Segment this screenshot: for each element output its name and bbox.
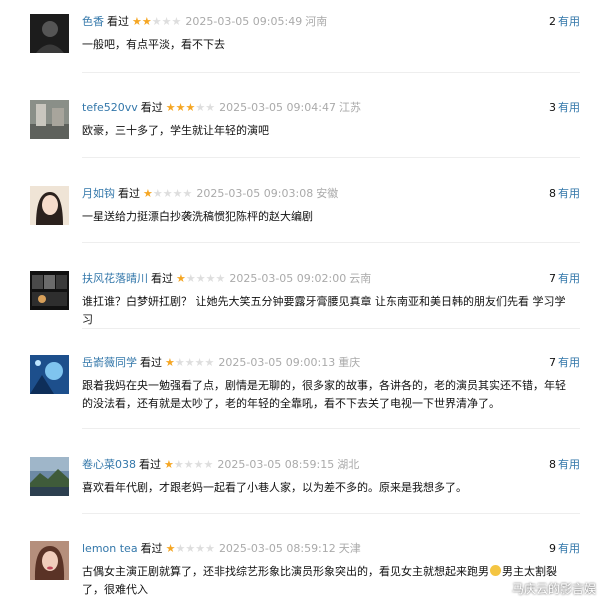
comment-meta: 色香 看过 ★★★★★ 2025-03-05 09:05:49 河南 (82, 15, 327, 29)
useful-button[interactable]: 有用 (558, 101, 580, 114)
votes-useful: 7 有用 (549, 356, 580, 370)
useful-button[interactable]: 有用 (558, 187, 580, 200)
author-link[interactable]: tefe520vv (82, 101, 138, 114)
comment-text-part: 古偶女主演正剧就算了，还非找综艺形象比演员形象突出的，看见女主就想起来跑男 (82, 565, 489, 578)
author-link[interactable]: 色香 (82, 15, 104, 28)
useful-button[interactable]: 有用 (558, 356, 580, 369)
rating-stars: ★★★★★ (132, 15, 182, 28)
comment-time: 2025-03-05 09:04:47 (219, 101, 336, 114)
rating-stars: ★★★★★ (165, 542, 215, 555)
comment-meta: 扶风花落晴川 看过 ★★★★★ 2025-03-05 09:02:00 云南 (82, 272, 371, 286)
seen-status: 看过 (140, 101, 163, 114)
comment-meta: 卷心菜038 看过 ★★★★★ 2025-03-05 08:59:15 湖北 (82, 458, 359, 472)
comment-meta: lemon tea 看过 ★★★★★ 2025-03-05 08:59:12 天津 (82, 542, 361, 556)
rating-stars: ★★★★★ (165, 356, 215, 369)
comment-region: 天津 (338, 542, 361, 555)
comment-time: 2025-03-05 09:00:13 (218, 356, 336, 369)
comment-text: 一星送给力挺漂白抄袭洗稿惯犯陈枰的赵大编剧 (82, 210, 313, 223)
comment-region: 江苏 (338, 101, 361, 114)
rating-stars: ★★★★★ (164, 458, 214, 471)
divider (82, 242, 580, 243)
seen-status: 看过 (151, 272, 173, 285)
rating-stars: ★★★★★ (165, 101, 216, 114)
divider (82, 513, 580, 514)
divider (82, 428, 580, 429)
vote-count: 9 (549, 542, 556, 555)
votes-useful: 9 有用 (549, 542, 580, 556)
street-photo-avatar-icon (30, 100, 69, 139)
useful-button[interactable]: 有用 (558, 458, 580, 471)
comment-time: 2025-03-05 08:59:15 (217, 458, 335, 471)
comment-text: 一般吧，有点平淡，看不下去 (82, 38, 225, 51)
divider (82, 157, 580, 158)
landscape-avatar-icon (30, 457, 69, 496)
comment-meta: 岳嵛薇同学 看过 ★★★★★ 2025-03-05 09:00:13 重庆 (82, 356, 360, 370)
votes-useful: 7 有用 (549, 272, 580, 286)
useful-button[interactable]: 有用 (558, 15, 580, 28)
avatar[interactable] (30, 541, 69, 580)
divider (82, 72, 580, 73)
comment-text: 欧豪，三十多了，学生就让年轻的演吧 (82, 124, 269, 137)
useful-button[interactable]: 有用 (558, 272, 580, 285)
comment-time: 2025-03-05 08:59:12 (218, 542, 336, 555)
author-link[interactable]: 卷心菜038 (82, 458, 136, 471)
seen-status: 看过 (107, 15, 129, 28)
rating-stars: ★★★★★ (143, 187, 193, 200)
seen-status: 看过 (140, 542, 163, 555)
avatar[interactable] (30, 457, 69, 496)
seen-status: 看过 (139, 458, 161, 471)
avatar[interactable] (30, 186, 69, 225)
seen-status: 看过 (118, 187, 140, 200)
useful-button[interactable]: 有用 (558, 542, 580, 555)
author-link[interactable]: 扶风花落晴川 (82, 272, 148, 285)
vote-count: 3 (549, 101, 556, 114)
comment-region: 河南 (305, 15, 328, 28)
woman-portrait-avatar-icon (30, 541, 69, 580)
divider (82, 328, 580, 329)
comment-meta: tefe520vv 看过 ★★★★★ 2025-03-05 09:04:47 江苏 (82, 101, 361, 115)
comment-time: 2025-03-05 09:03:08 (196, 187, 314, 200)
comment-text: 喜欢看年代剧，才跟老妈一起看了小巷人家，以为差不多的。原来是我想多了。 (82, 481, 467, 494)
comment-meta: 月如钩 看过 ★★★★★ 2025-03-05 09:03:08 安徽 (82, 187, 338, 201)
vote-count: 7 (549, 272, 556, 285)
comment-text: 谁扛谁？白梦妍扛剧？ 让她先大笑五分钟要露牙膏腰见真章 让东南亚和美日韩的朋友们… (82, 295, 566, 326)
film-collage-avatar-icon (30, 271, 69, 310)
illustrated-girl-avatar-icon (30, 186, 69, 225)
watermark: 马庆云的影言娱 (511, 582, 596, 596)
avatar[interactable] (30, 14, 69, 53)
comment-region: 安徽 (316, 187, 339, 200)
comment-region: 云南 (349, 272, 372, 285)
votes-useful: 8 有用 (549, 187, 580, 201)
dark-portrait-avatar-icon (30, 14, 69, 53)
vote-count: 7 (549, 356, 556, 369)
vote-count: 2 (549, 15, 556, 28)
comment-text: 古偶女主演正剧就算了，还非找综艺形象比演员形象突出的，看见女主就想起来跑男 男主太… (82, 563, 572, 599)
vote-count: 8 (549, 458, 556, 471)
seen-status: 看过 (140, 356, 162, 369)
votes-useful: 2 有用 (549, 15, 580, 29)
votes-useful: 3 有用 (549, 101, 580, 115)
avatar[interactable] (30, 355, 69, 394)
comment-region: 湖北 (337, 458, 360, 471)
comment-time: 2025-03-05 09:05:49 (185, 15, 303, 28)
author-link[interactable]: 岳嵛薇同学 (82, 356, 137, 369)
avatar[interactable] (30, 271, 69, 310)
comment-time: 2025-03-05 09:02:00 (229, 272, 347, 285)
votes-useful: 8 有用 (549, 458, 580, 472)
avatar[interactable] (30, 100, 69, 139)
author-link[interactable]: 月如钩 (82, 187, 115, 200)
author-link[interactable]: lemon tea (82, 542, 138, 555)
blue-anime-avatar-icon (30, 355, 69, 394)
emoji-face-icon (490, 565, 501, 576)
comment-region: 重庆 (338, 356, 361, 369)
rating-stars: ★★★★★ (176, 272, 226, 285)
vote-count: 8 (549, 187, 556, 200)
comment-text: 跟着我妈在央一勉强看了点，剧情是无聊的，很多家的故事，各讲各的，老的演员其实还不… (82, 379, 566, 410)
